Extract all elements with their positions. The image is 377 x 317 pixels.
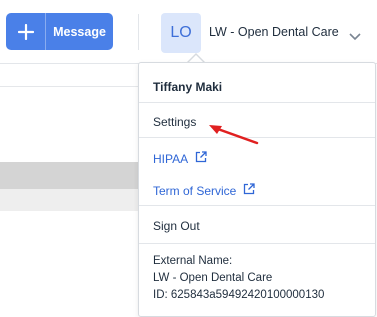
- dropdown-links-section: HIPAA Term of Service: [139, 138, 375, 206]
- term-of-service-label: Term of Service: [153, 183, 237, 198]
- annotation-arrow-icon: [209, 125, 259, 145]
- message-button-label: Message: [53, 24, 106, 39]
- content-row: [0, 189, 138, 211]
- content-divider: [0, 86, 138, 87]
- header-divider: [138, 14, 139, 50]
- hipaa-link[interactable]: HIPAA: [153, 151, 207, 166]
- term-of-service-link[interactable]: Term of Service: [153, 183, 256, 198]
- avatar-initials: LO: [170, 24, 192, 41]
- dropdown-user-section: Tiffany Maki: [139, 63, 375, 103]
- content-row-highlight: [0, 162, 138, 189]
- plus-icon: [6, 13, 46, 50]
- account-name[interactable]: LW - Open Dental Care: [209, 25, 339, 39]
- external-id: ID: 625843a59492420100000130: [153, 289, 325, 301]
- external-name-block: External Name: LW - Open Dental Care ID:…: [153, 253, 324, 304]
- chevron-down-icon[interactable]: [349, 28, 361, 46]
- external-link-icon: [243, 183, 256, 198]
- account-dropdown-menu: Tiffany Maki Settings HIPAA Term of Serv…: [138, 62, 376, 317]
- hipaa-label: HIPAA: [153, 151, 189, 166]
- new-message-button[interactable]: Message: [6, 13, 113, 50]
- sign-out-label: Sign Out: [153, 219, 200, 233]
- external-name-value: LW - Open Dental Care: [153, 272, 273, 284]
- settings-label: Settings: [153, 115, 197, 129]
- sign-out-menu-item[interactable]: Sign Out: [139, 206, 375, 244]
- user-name: Tiffany Maki: [153, 80, 223, 94]
- external-link-icon: [195, 151, 207, 166]
- external-name-label: External Name:: [153, 255, 233, 267]
- avatar[interactable]: LO: [161, 13, 201, 53]
